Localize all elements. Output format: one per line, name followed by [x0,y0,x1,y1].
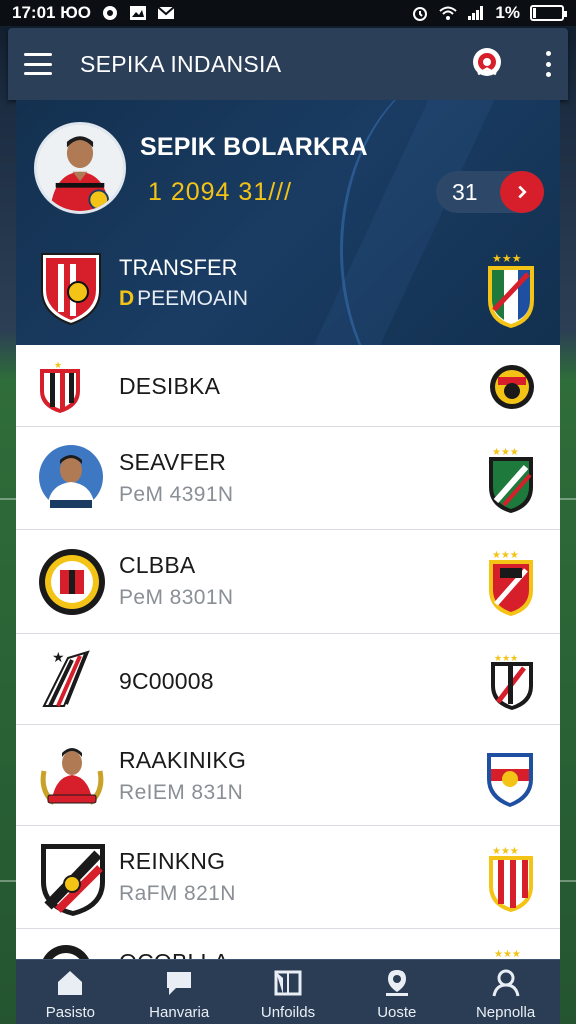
status-time: 17:01 ЮО [12,3,91,22]
list-item-title: 9C00008 [119,668,214,694]
wifi-icon [439,6,458,20]
club-list: ★ DESIBKA SEAVFER PeM 4391N ★★★ CLBBA Pe… [16,345,560,959]
image-icon [129,6,146,20]
count-value: 31 [452,178,478,205]
nav-label: Hanvaria [149,1004,210,1021]
status-bar: 17:01 ЮО 1% [0,0,576,26]
nav-item-chat[interactable]: Hanvaria [125,960,233,1021]
club-badge-icon [490,365,534,409]
club-crest-icon [487,753,533,807]
nav-item-location[interactable]: Uoste [343,960,451,1021]
battery-icon [530,5,567,21]
transfer-title: TRANSFER [119,255,238,280]
list-item[interactable]: SEAVFER PeM 4391N ★★★ [16,427,560,530]
list-item-title: CLBBA [119,552,196,578]
list-item-subtitle: PeM 8301N [119,586,234,609]
book-icon [274,970,302,996]
list-item-title: REINKNG [119,848,226,874]
nav-label: Unfoilds [260,1004,316,1021]
home-icon [58,971,83,995]
club-crest-icon: ★★★ [488,252,534,328]
nav-label: Nepnolla [475,1004,536,1021]
nav-label: Uoste [377,1004,417,1021]
brand-logo-icon[interactable] [470,47,504,81]
app-bar: SEPIKA INDANSIA [8,28,568,100]
club-crest-icon: ★★★ [494,949,521,959]
svg-text:★★★: ★★★ [492,252,522,265]
featured-player-card[interactable]: SEPIK BOLARKRA 1 2094 31/// 31 TRANSFER … [16,100,560,345]
notification-icon [102,6,117,20]
club-crest-icon: ★★★ [489,447,533,513]
list-item[interactable]: RAAKINIKG ReIEM 831N [16,725,560,826]
alarm-icon [413,7,428,21]
club-crest-icon: ★★★ [491,654,533,710]
transfer-sub-text: PEEMOAIN [137,287,249,310]
striped-flag-icon: ★ [42,650,90,707]
list-item-subtitle: PeM 4391N [119,483,234,506]
club-badge-icon [39,549,105,615]
club-crest-icon: ★ [40,361,80,413]
svg-text:★★★: ★★★ [492,550,519,561]
svg-text:★★★: ★★★ [494,949,521,959]
chevron-right-icon[interactable] [500,171,544,213]
svg-text:★: ★ [52,650,65,666]
list-item-subtitle: ReIEM 831N [119,781,244,804]
player-avatar [34,122,126,214]
club-badge-icon [42,945,90,959]
svg-text:★★★: ★★★ [492,846,519,857]
transfer-subtitle: D PEEMOAIN [119,287,248,311]
club-crest-icon: ★★★ [489,846,533,912]
mail-icon [157,6,175,19]
list-item-title: DESIBKA [119,373,221,399]
more-vertical-icon[interactable] [544,51,552,77]
club-crest-icon: ★★★ [489,550,533,616]
list-item-title: OCOBLLA [119,949,229,959]
app-title: SEPIKA INDANSIA [80,50,282,77]
nav-item-home[interactable]: Pasisto [16,960,124,1021]
profile-icon [492,969,520,997]
list-item[interactable]: REINKNG RaFM 821N ★★★ [16,826,560,929]
nav-item-book[interactable]: Unfoilds [234,960,342,1021]
list-item[interactable]: ★ DESIBKA [16,345,560,427]
battery-percent: 1% [495,3,520,22]
location-pin-icon [385,970,408,996]
list-item[interactable]: ★ 9C00008 ★★★ [16,634,560,725]
nav-label: Pasisto [45,1004,95,1021]
count-button[interactable]: 31 [436,171,544,213]
chat-icon [167,972,192,995]
nav-item-profile[interactable]: Nepnolla [452,960,560,1021]
list-item-title: SEAVFER [119,449,227,475]
bottom-navigation: Pasisto Hanvaria Unfoilds Uoste Nepnolla [16,959,560,1024]
svg-text:★★★: ★★★ [492,447,519,458]
list-item[interactable]: OCOBLLA ★★★ [16,929,560,959]
signal-icon [468,6,484,20]
list-item-title: RAAKINIKG [119,747,247,773]
hamburger-menu-icon[interactable] [24,53,52,75]
club-crest-icon [41,844,105,916]
transfer-mark: D [119,287,135,310]
player-name: SEPIK BOLARKRA [140,133,368,161]
club-crest-icon [41,253,101,326]
list-item[interactable]: CLBBA PeM 8301N ★★★ [16,530,560,634]
player-avatar-icon [39,445,103,510]
player-laurel-icon [40,748,104,805]
list-item-subtitle: RaFM 821N [119,882,236,905]
player-value: 1 2094 31/// [148,178,293,206]
